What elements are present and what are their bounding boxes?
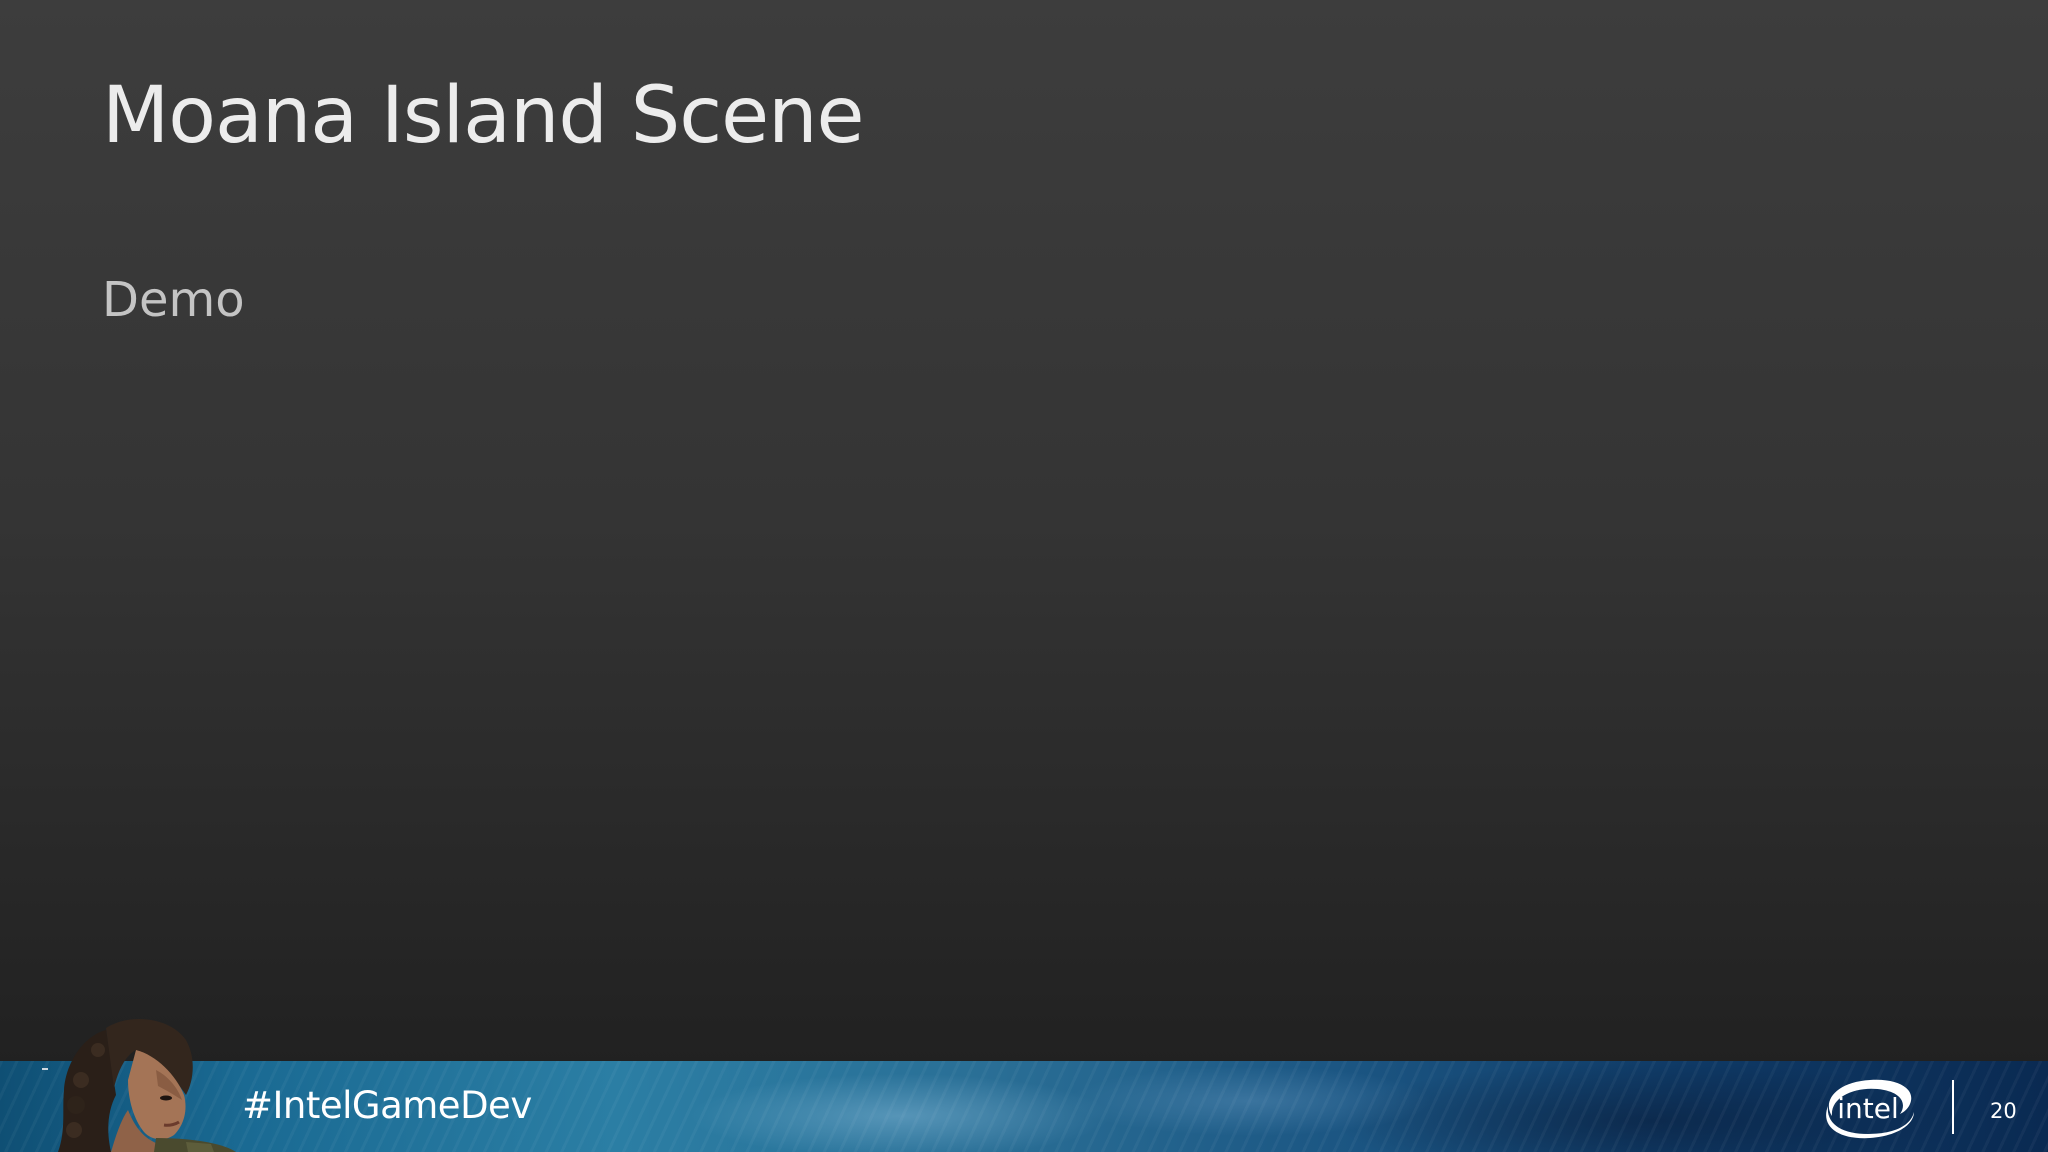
presentation-slide: Moana Island Scene Demo #IntelGameDev in… xyxy=(0,0,2048,1152)
slide-page-number: 20 xyxy=(1990,1099,2017,1123)
intel-logo-text: intel xyxy=(1837,1092,1899,1125)
slide-title: Moana Island Scene xyxy=(102,71,865,161)
intel-logo-icon: intel xyxy=(1826,1079,1914,1139)
game-character-portrait-icon xyxy=(42,1018,236,1152)
footer-hashtag: #IntelGameDev xyxy=(242,1084,532,1127)
footer-divider xyxy=(1952,1080,1954,1134)
slide-body-text: Demo xyxy=(102,272,245,328)
